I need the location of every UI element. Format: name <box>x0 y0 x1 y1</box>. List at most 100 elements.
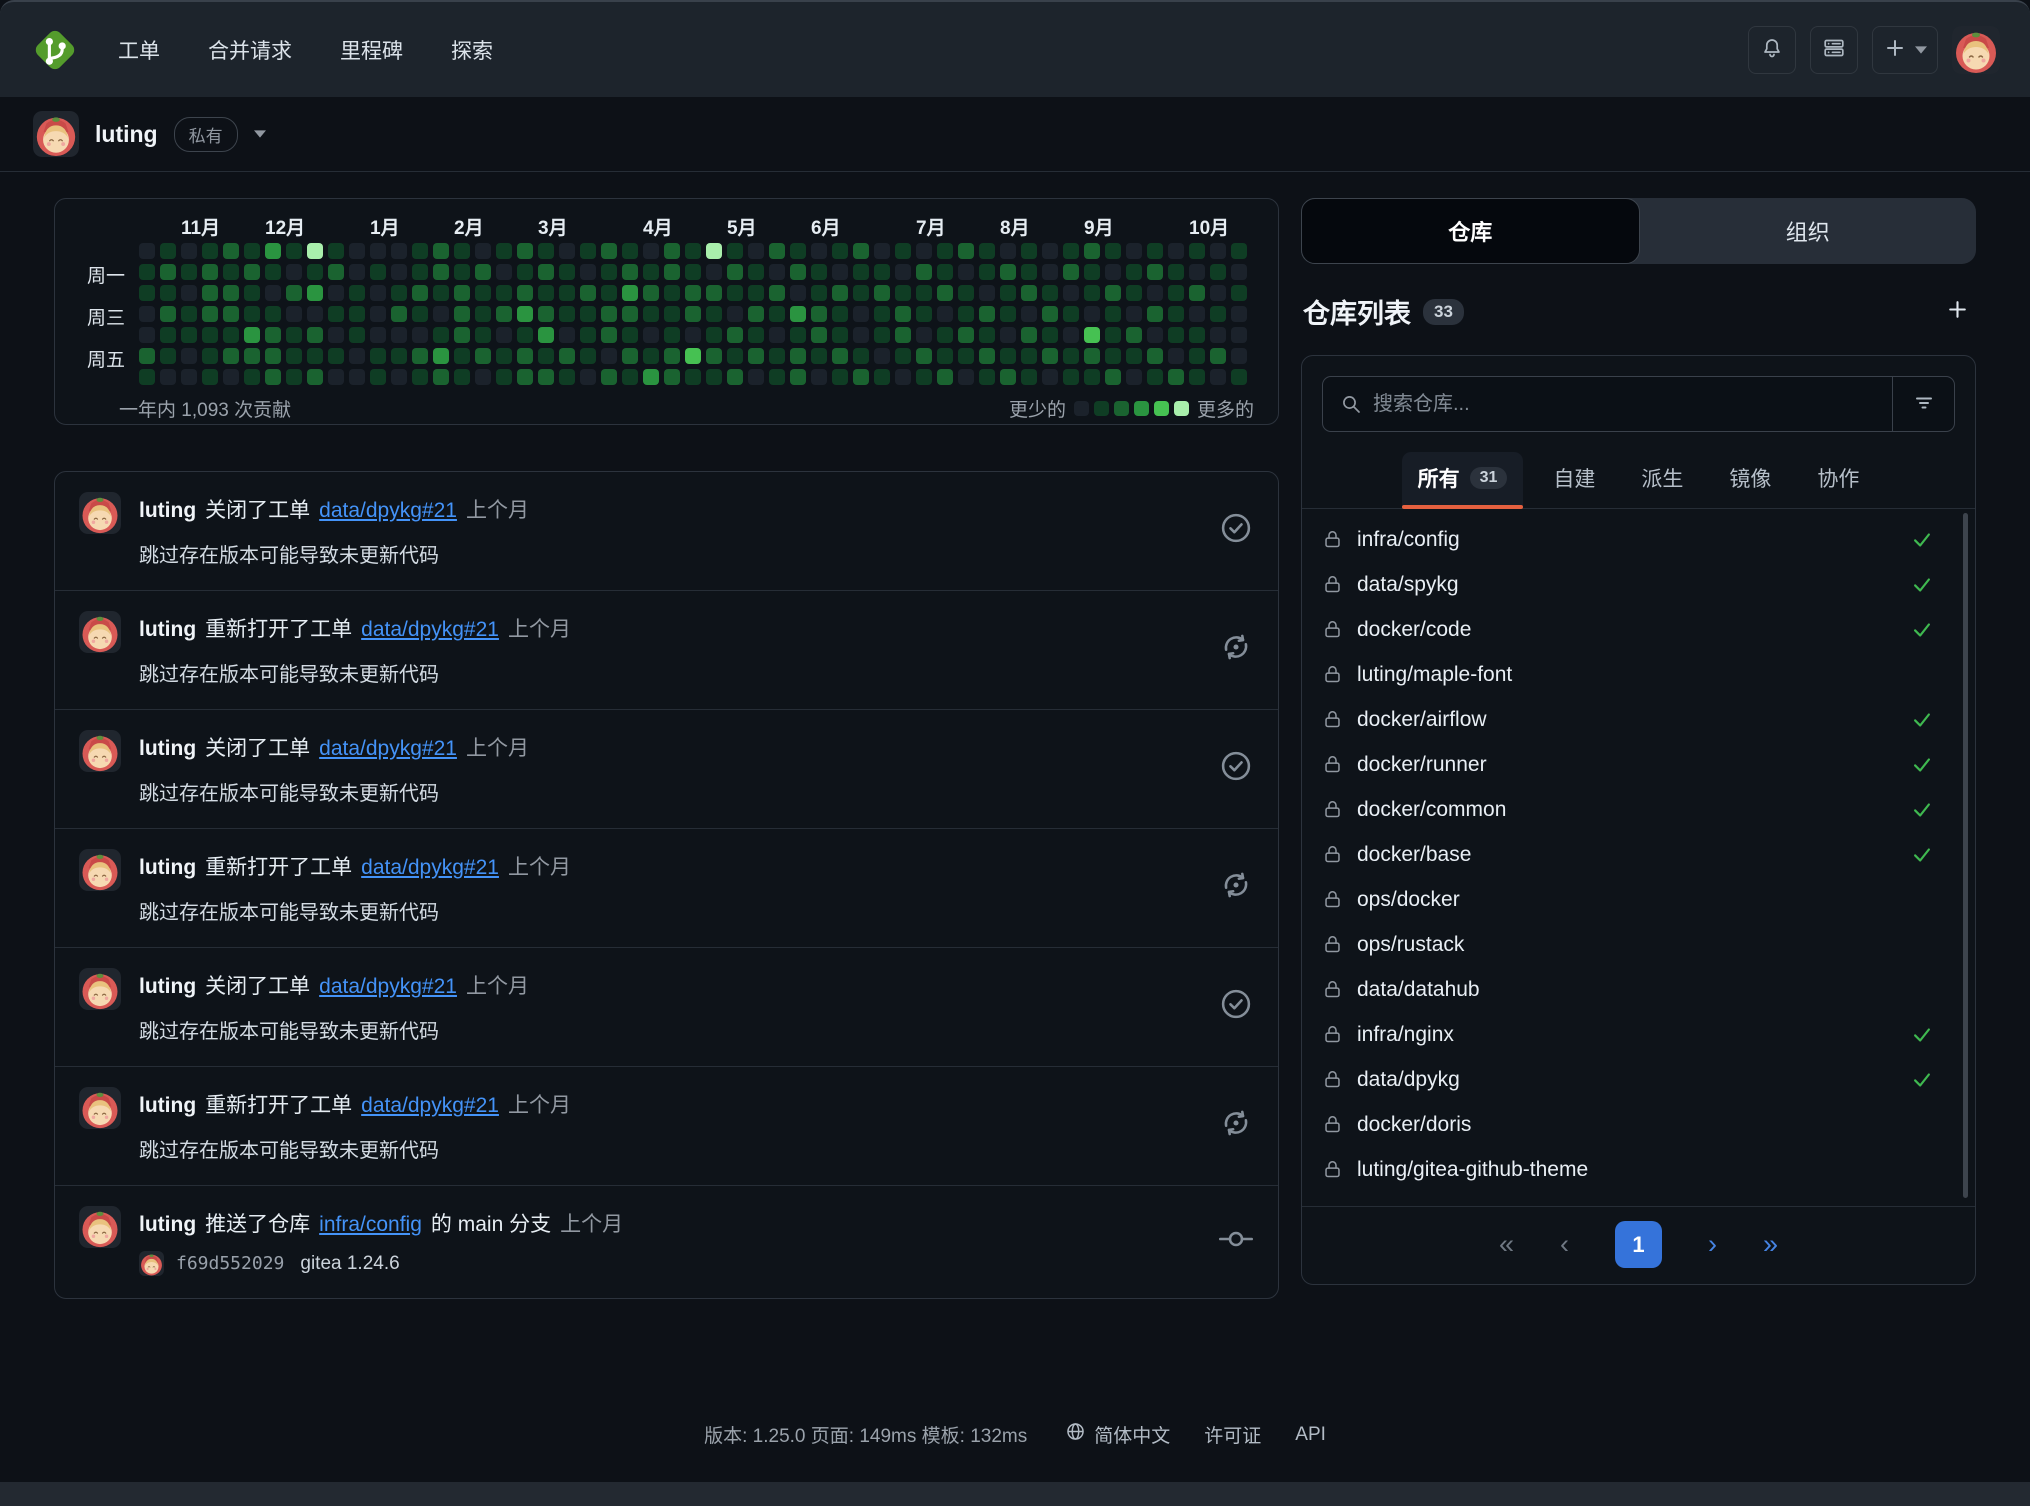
repo-name-link[interactable]: docker/code <box>1357 618 1471 642</box>
heatmap-cell[interactable] <box>916 285 932 301</box>
repo-name-link[interactable]: docker/runner <box>1357 753 1487 777</box>
heatmap-cell[interactable] <box>223 285 239 301</box>
heatmap-cell[interactable] <box>811 306 827 322</box>
heatmap-cell[interactable] <box>496 306 512 322</box>
heatmap-cell[interactable] <box>1105 327 1121 343</box>
heatmap-cell[interactable] <box>370 306 386 322</box>
heatmap-cell[interactable] <box>160 285 176 301</box>
heatmap-cell[interactable] <box>643 243 659 259</box>
nav-link-1[interactable]: 合并请求 <box>208 35 292 65</box>
heatmap-cell[interactable] <box>307 348 323 364</box>
heatmap-cell[interactable] <box>475 348 491 364</box>
feed-target-link[interactable]: data/dpykg#21 <box>361 618 499 642</box>
repo-row[interactable]: docker/doris <box>1322 1102 1955 1147</box>
heatmap-cell[interactable] <box>160 306 176 322</box>
heatmap-cell[interactable] <box>265 306 281 322</box>
heatmap-cell[interactable] <box>622 306 638 322</box>
heatmap-cell[interactable] <box>1021 285 1037 301</box>
heatmap-cell[interactable] <box>139 369 155 385</box>
heatmap-cell[interactable] <box>244 306 260 322</box>
heatmap-cell[interactable] <box>1189 327 1205 343</box>
heatmap-cell[interactable] <box>475 369 491 385</box>
heatmap-cell[interactable] <box>769 264 785 280</box>
heatmap-cell[interactable] <box>559 306 575 322</box>
heatmap-cell[interactable] <box>1042 243 1058 259</box>
heatmap-cell[interactable] <box>1000 285 1016 301</box>
heatmap-cell[interactable] <box>1021 264 1037 280</box>
heatmap-cell[interactable] <box>1126 306 1142 322</box>
heatmap-cell[interactable] <box>1189 369 1205 385</box>
filter-tab-自建[interactable]: 自建 <box>1537 452 1611 508</box>
heatmap-cell[interactable] <box>370 264 386 280</box>
heatmap-cell[interactable] <box>475 306 491 322</box>
heatmap-cell[interactable] <box>1000 369 1016 385</box>
heatmap-cell[interactable] <box>664 369 680 385</box>
heatmap-cell[interactable] <box>517 285 533 301</box>
heatmap-cell[interactable] <box>1210 306 1226 322</box>
heatmap-cell[interactable] <box>1042 264 1058 280</box>
heatmap-cell[interactable] <box>1021 243 1037 259</box>
heatmap-cell[interactable] <box>412 306 428 322</box>
heatmap-cell[interactable] <box>1105 348 1121 364</box>
heatmap-cell[interactable] <box>391 243 407 259</box>
heatmap-cell[interactable] <box>769 243 785 259</box>
heatmap-cell[interactable] <box>538 285 554 301</box>
heatmap-cell[interactable] <box>328 369 344 385</box>
heatmap-cell[interactable] <box>580 369 596 385</box>
heatmap-cell[interactable] <box>1126 327 1142 343</box>
heatmap-cell[interactable] <box>370 348 386 364</box>
create-new-button[interactable] <box>1872 26 1938 74</box>
heatmap-cell[interactable] <box>1105 264 1121 280</box>
heatmap-cell[interactable] <box>454 264 470 280</box>
heatmap-cell[interactable] <box>433 369 449 385</box>
repo-row[interactable]: infra/config <box>1322 517 1955 562</box>
heatmap-cell[interactable] <box>1231 264 1247 280</box>
heatmap-cell[interactable] <box>370 243 386 259</box>
heatmap-cell[interactable] <box>475 243 491 259</box>
heatmap-cell[interactable] <box>727 348 743 364</box>
heatmap-cell[interactable] <box>1210 348 1226 364</box>
heatmap-cell[interactable] <box>895 369 911 385</box>
heatmap-cell[interactable] <box>811 285 827 301</box>
heatmap-cell[interactable] <box>958 369 974 385</box>
heatmap-cell[interactable] <box>685 306 701 322</box>
heatmap-cell[interactable] <box>244 264 260 280</box>
heatmap-cell[interactable] <box>1189 348 1205 364</box>
heatmap-cell[interactable] <box>1189 306 1205 322</box>
heatmap-cell[interactable] <box>244 348 260 364</box>
heatmap-cell[interactable] <box>601 327 617 343</box>
heatmap-cell[interactable] <box>286 327 302 343</box>
heatmap-cell[interactable] <box>916 306 932 322</box>
heatmap-cell[interactable] <box>181 264 197 280</box>
heatmap-cell[interactable] <box>244 369 260 385</box>
heatmap-cell[interactable] <box>895 327 911 343</box>
heatmap-cell[interactable] <box>853 243 869 259</box>
heatmap-cell[interactable] <box>727 264 743 280</box>
repo-row[interactable]: docker/code <box>1322 607 1955 652</box>
heatmap-cell[interactable] <box>958 348 974 364</box>
heatmap-cell[interactable] <box>517 348 533 364</box>
heatmap-cell[interactable] <box>391 369 407 385</box>
heatmap-cell[interactable] <box>643 348 659 364</box>
heatmap-cell[interactable] <box>1063 327 1079 343</box>
heatmap-cell[interactable] <box>1189 285 1205 301</box>
heatmap-cell[interactable] <box>433 264 449 280</box>
heatmap-cell[interactable] <box>937 243 953 259</box>
heatmap-cell[interactable] <box>1189 243 1205 259</box>
heatmap-cell[interactable] <box>265 348 281 364</box>
heatmap-cell[interactable] <box>622 264 638 280</box>
heatmap-cell[interactable] <box>1063 306 1079 322</box>
heatmap-cell[interactable] <box>517 327 533 343</box>
heatmap-cell[interactable] <box>412 243 428 259</box>
heatmap-cell[interactable] <box>1000 348 1016 364</box>
heatmap-cell[interactable] <box>832 306 848 322</box>
heatmap-cell[interactable] <box>559 285 575 301</box>
repo-name-link[interactable]: docker/base <box>1357 843 1471 867</box>
heatmap-cell[interactable] <box>874 327 890 343</box>
notifications-button[interactable] <box>1748 26 1796 74</box>
heatmap-cell[interactable] <box>349 264 365 280</box>
heatmap-cell[interactable] <box>412 264 428 280</box>
heatmap-cell[interactable] <box>181 348 197 364</box>
heatmap-cell[interactable] <box>958 306 974 322</box>
heatmap-cell[interactable] <box>643 306 659 322</box>
